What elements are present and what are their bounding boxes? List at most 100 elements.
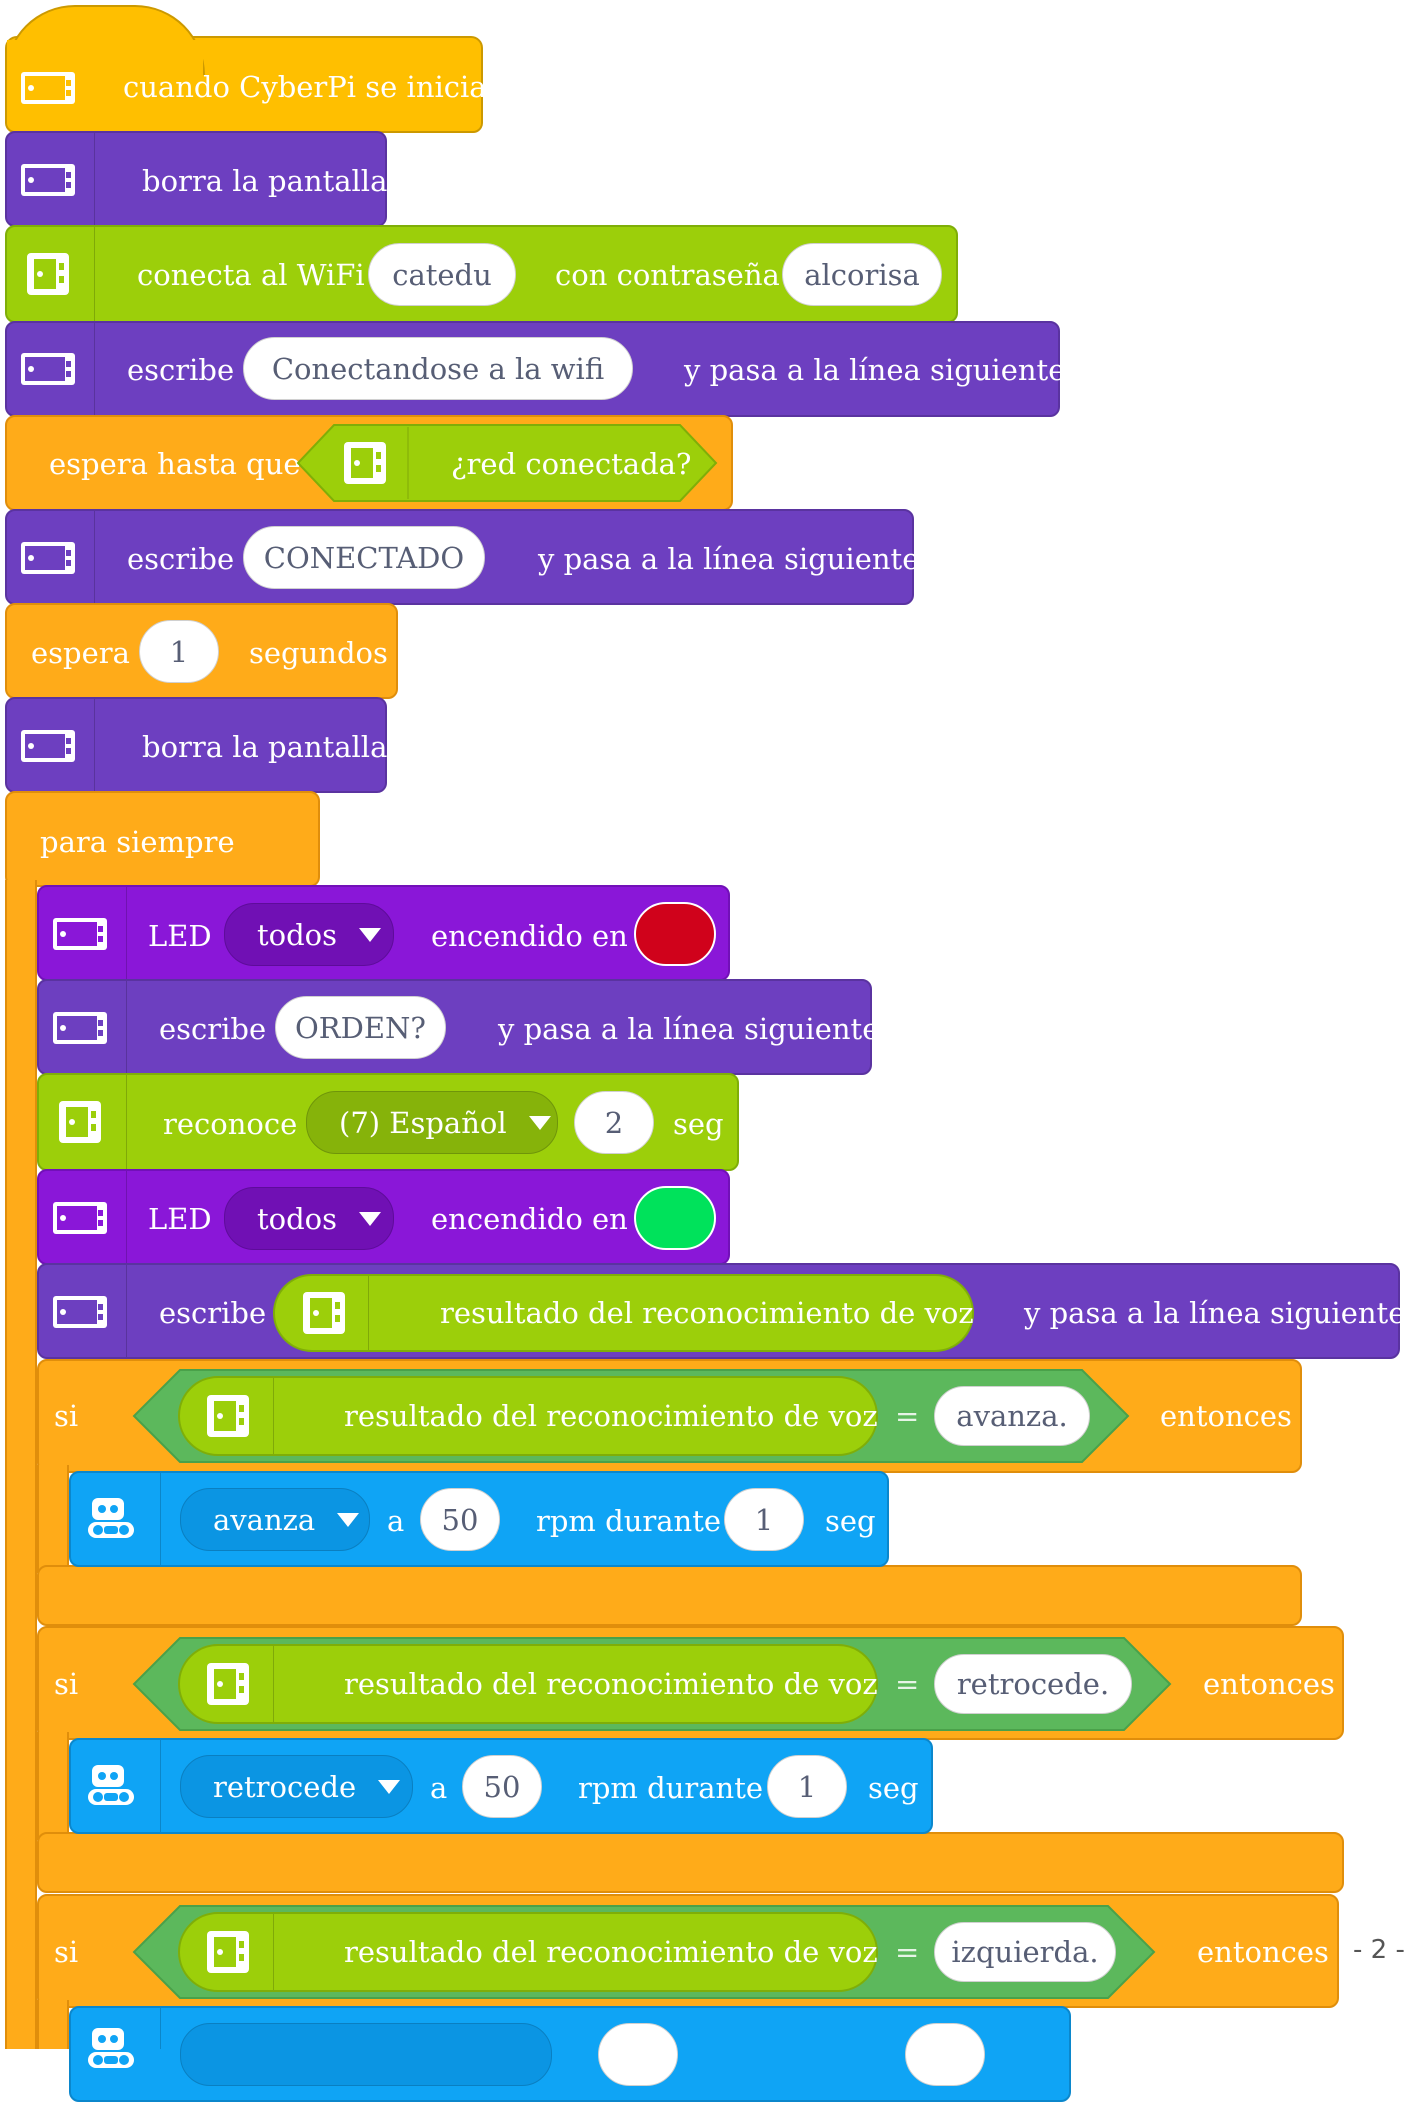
reporter-label: resultado del reconocimiento de voz (344, 1667, 878, 1701)
clear-label: borra la pantalla (142, 164, 388, 198)
led-target-dropdown[interactable]: todos (224, 1187, 394, 1250)
divider (126, 1265, 127, 1357)
direction-dropdown[interactable] (180, 2023, 552, 2086)
divider (94, 227, 95, 321)
reporter-label: resultado del reconocimiento de voz (344, 1399, 878, 1433)
speed-input[interactable] (598, 2023, 678, 2086)
print-label: escribe (127, 542, 235, 576)
dropdown-arrow-icon (359, 1211, 382, 1226)
dropdown-arrow-icon (337, 1512, 360, 1527)
language-dropdown[interactable]: (7) Español (306, 1091, 558, 1154)
move-unit-label: rpm durante (578, 1771, 764, 1805)
if-label: si (54, 1667, 79, 1701)
divider (126, 981, 127, 1073)
led-label: LED (148, 1202, 212, 1236)
led-target-dropdown[interactable]: todos (224, 903, 394, 966)
led-color-swatch-green[interactable] (634, 1186, 716, 1250)
start-label: cuando CyberPi se inicia (123, 70, 487, 104)
cyberpi-icon (20, 729, 76, 763)
led-on-label: encendido en (431, 1202, 628, 1236)
time-input[interactable]: 1 (767, 1755, 847, 1818)
compare-value-input[interactable]: izquierda. (934, 1922, 1116, 1982)
cyberpi-icon (52, 1100, 108, 1144)
condition-label: ¿red conectada? (451, 447, 692, 481)
cyberpi-icon (20, 71, 76, 105)
cyberpi-icon (52, 917, 108, 951)
time-input[interactable]: 1 (724, 1488, 804, 1551)
then-label: entonces (1197, 1935, 1329, 1969)
cyberpi-icon (20, 352, 76, 386)
cyberpi-icon (337, 441, 393, 485)
robot-icon (84, 1494, 144, 1544)
speed-input[interactable]: 50 (462, 1755, 542, 1818)
direction-dropdown[interactable]: avanza (180, 1488, 370, 1551)
cyberpi-icon (200, 1930, 256, 1974)
direction-dropdown[interactable]: retrocede (180, 1755, 413, 1818)
password-label: con contraseña (555, 258, 780, 292)
print-label: escribe (159, 1296, 267, 1330)
cyberpi-icon (20, 541, 76, 575)
cyberpi-icon (200, 1662, 256, 1706)
cyberpi-icon (52, 1011, 108, 1045)
time-input[interactable] (905, 2023, 985, 2086)
print-text-input[interactable]: Conectandose a la wifi (243, 337, 633, 400)
if-footer (37, 1565, 1302, 1626)
divider (160, 1473, 161, 1565)
cyberpi-icon (52, 1295, 108, 1329)
recognize-label: reconoce (163, 1107, 298, 1141)
divider (273, 1378, 274, 1454)
divider (94, 699, 95, 791)
divider (126, 887, 127, 979)
divider (273, 1914, 274, 1990)
print-suffix: y pasa a la línea siguiente (538, 542, 920, 576)
if-arm (37, 2000, 69, 2049)
cyberpi-icon (200, 1394, 256, 1438)
led-on-label: encendido en (431, 919, 628, 953)
move-unit-label: rpm durante (536, 1504, 722, 1538)
language-value: (7) Español (339, 1105, 507, 1140)
forever-loop-arm (5, 880, 37, 2049)
led-label: LED (148, 919, 212, 953)
then-label: entonces (1203, 1667, 1335, 1701)
divider (126, 1075, 127, 1169)
compare-value-input[interactable]: retrocede. (934, 1654, 1132, 1714)
wait-seconds-input[interactable]: 1 (139, 620, 219, 683)
forever-label: para siempre (40, 825, 235, 859)
if-label: si (54, 1399, 79, 1433)
move-a-label: a (430, 1771, 448, 1805)
wifi-label: conecta al WiFi (137, 258, 365, 292)
recognize-seconds-input[interactable]: 2 (574, 1091, 654, 1154)
direction-value: retrocede (213, 1769, 357, 1804)
reporter-label: resultado del reconocimiento de voz (344, 1935, 878, 1969)
led-target-value: todos (257, 917, 338, 952)
divider (94, 323, 95, 415)
led-target-value: todos (257, 1201, 338, 1236)
print-text-input[interactable]: ORDEN? (275, 996, 446, 1059)
print-suffix: y pasa a la línea siguiente (498, 1012, 880, 1046)
divider (160, 2008, 161, 2049)
recognize-unit: seg (673, 1107, 724, 1141)
password-input[interactable]: alcorisa (782, 243, 942, 306)
divider (273, 1646, 274, 1722)
move-seg-label: seg (868, 1771, 919, 1805)
led-color-swatch-red[interactable] (634, 902, 716, 966)
equals-sign: = (895, 1399, 920, 1433)
robot-icon (84, 1761, 144, 1811)
cyberpi-icon (20, 163, 76, 197)
divider (94, 511, 95, 603)
divider (94, 133, 95, 225)
print-label: escribe (159, 1012, 267, 1046)
divider (126, 1171, 127, 1263)
print-text-input[interactable]: CONECTADO (243, 526, 485, 589)
compare-value-input[interactable]: avanza. (934, 1386, 1090, 1446)
equals-sign: = (895, 1935, 920, 1969)
dropdown-arrow-icon (359, 927, 382, 942)
ssid-input[interactable]: catedu (368, 243, 516, 306)
speed-input[interactable]: 50 (420, 1488, 500, 1551)
page-number: - 2 - (1353, 1935, 1405, 1965)
then-label: entonces (1160, 1399, 1292, 1433)
print-label: escribe (127, 353, 235, 387)
print-suffix: y pasa a la línea siguiente (684, 353, 1066, 387)
print-suffix: y pasa a la línea siguiente (1024, 1296, 1406, 1330)
cyberpi-icon (52, 1201, 108, 1235)
